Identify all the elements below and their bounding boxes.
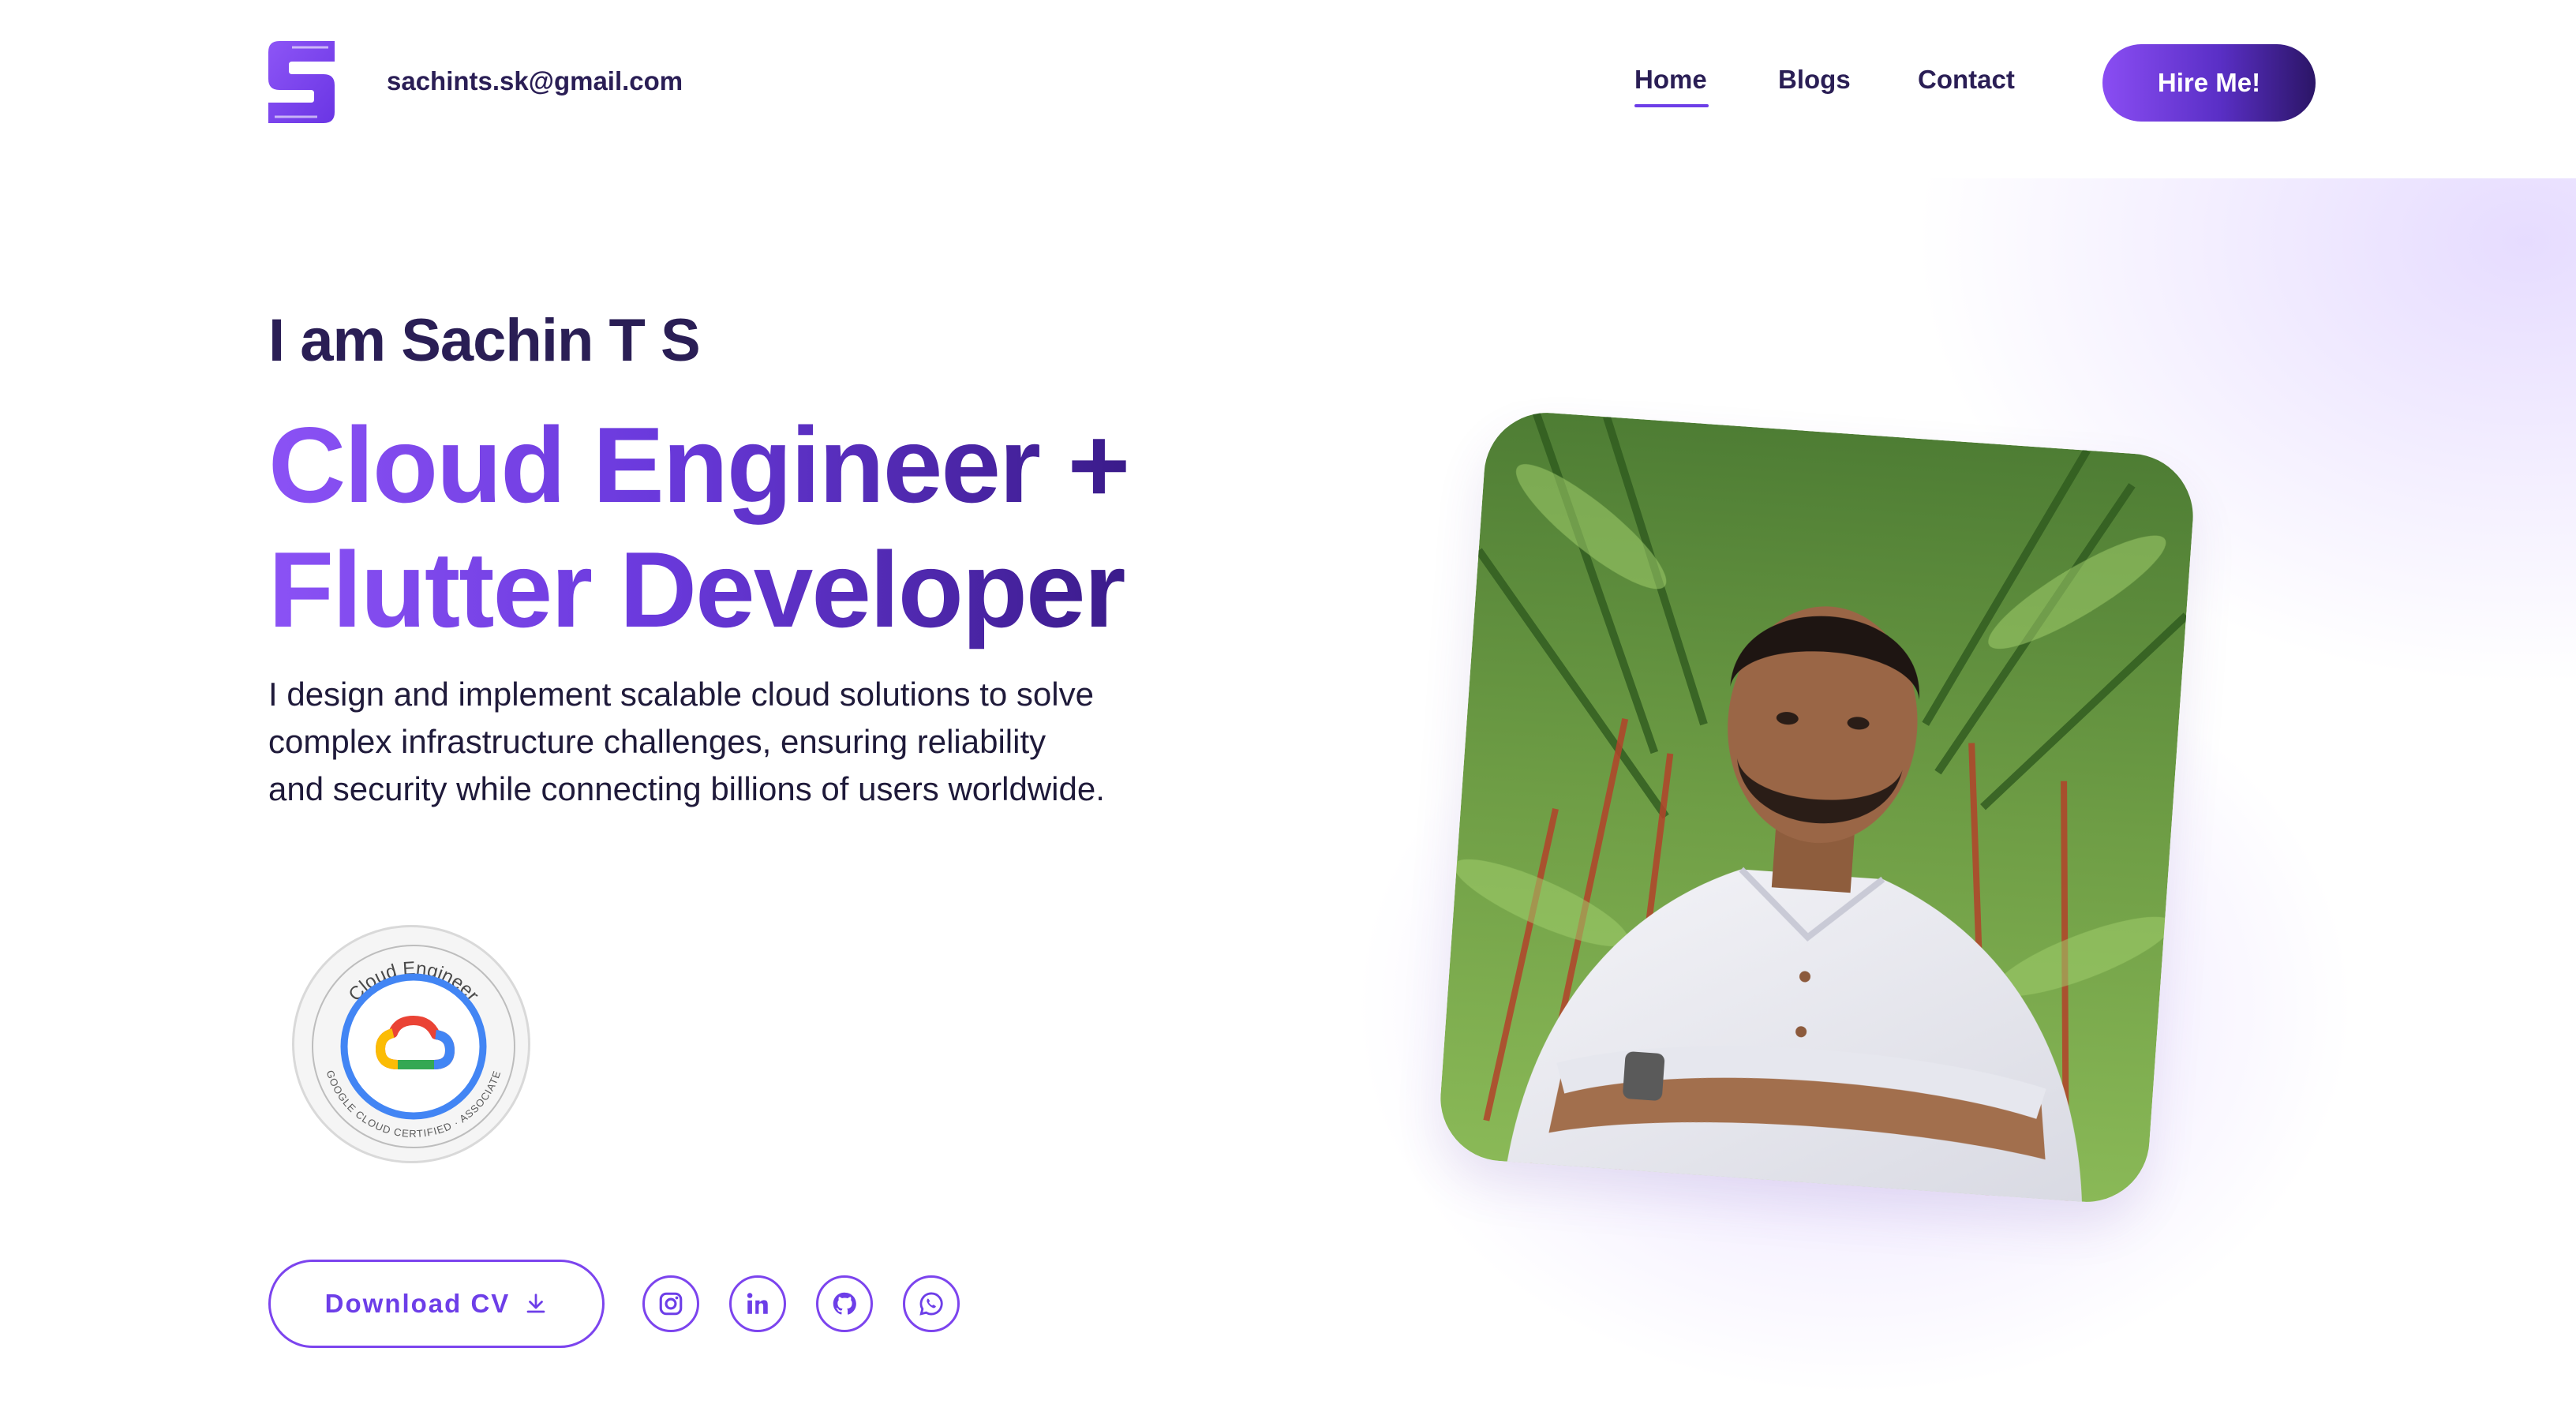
linkedin-icon[interactable] xyxy=(729,1275,786,1332)
badge-graphic: Cloud Engineer GOOGLE CLOUD CERTIFIED · … xyxy=(312,945,515,1148)
instagram-icon[interactable] xyxy=(642,1275,699,1332)
hero-headline: Cloud Engineer + Flutter Developer xyxy=(268,402,1130,652)
download-cv-label: Download CV xyxy=(324,1289,511,1318)
site-header: sachints.sk@gmail.com Home Blogs Contact… xyxy=(0,0,2576,166)
profile-photo-illustration xyxy=(1436,408,2198,1207)
nav-blogs[interactable]: Blogs xyxy=(1778,65,1851,95)
google-cloud-certification-badge[interactable]: Cloud Engineer GOOGLE CLOUD CERTIFIED · … xyxy=(292,925,530,1163)
download-cv-button[interactable]: Download CV xyxy=(268,1260,605,1348)
nav-active-indicator xyxy=(1634,104,1709,107)
headline-line-1: Cloud Engineer + xyxy=(268,402,1130,527)
nav-contact[interactable]: Contact xyxy=(1918,65,2015,95)
whatsapp-icon[interactable] xyxy=(903,1275,960,1332)
nav-home[interactable]: Home xyxy=(1634,65,1707,95)
hire-me-button[interactable]: Hire Me! xyxy=(2102,44,2316,122)
github-icon[interactable] xyxy=(816,1275,873,1332)
headline-line-2: Flutter Developer xyxy=(268,527,1129,652)
profile-photo xyxy=(1436,408,2198,1207)
download-icon xyxy=(526,1294,545,1313)
s-logo-icon[interactable] xyxy=(268,41,335,123)
header-email[interactable]: sachints.sk@gmail.com xyxy=(387,66,683,96)
intro-heading: I am Sachin T S xyxy=(268,307,701,374)
hero-description: I design and implement scalable cloud so… xyxy=(268,676,1105,807)
